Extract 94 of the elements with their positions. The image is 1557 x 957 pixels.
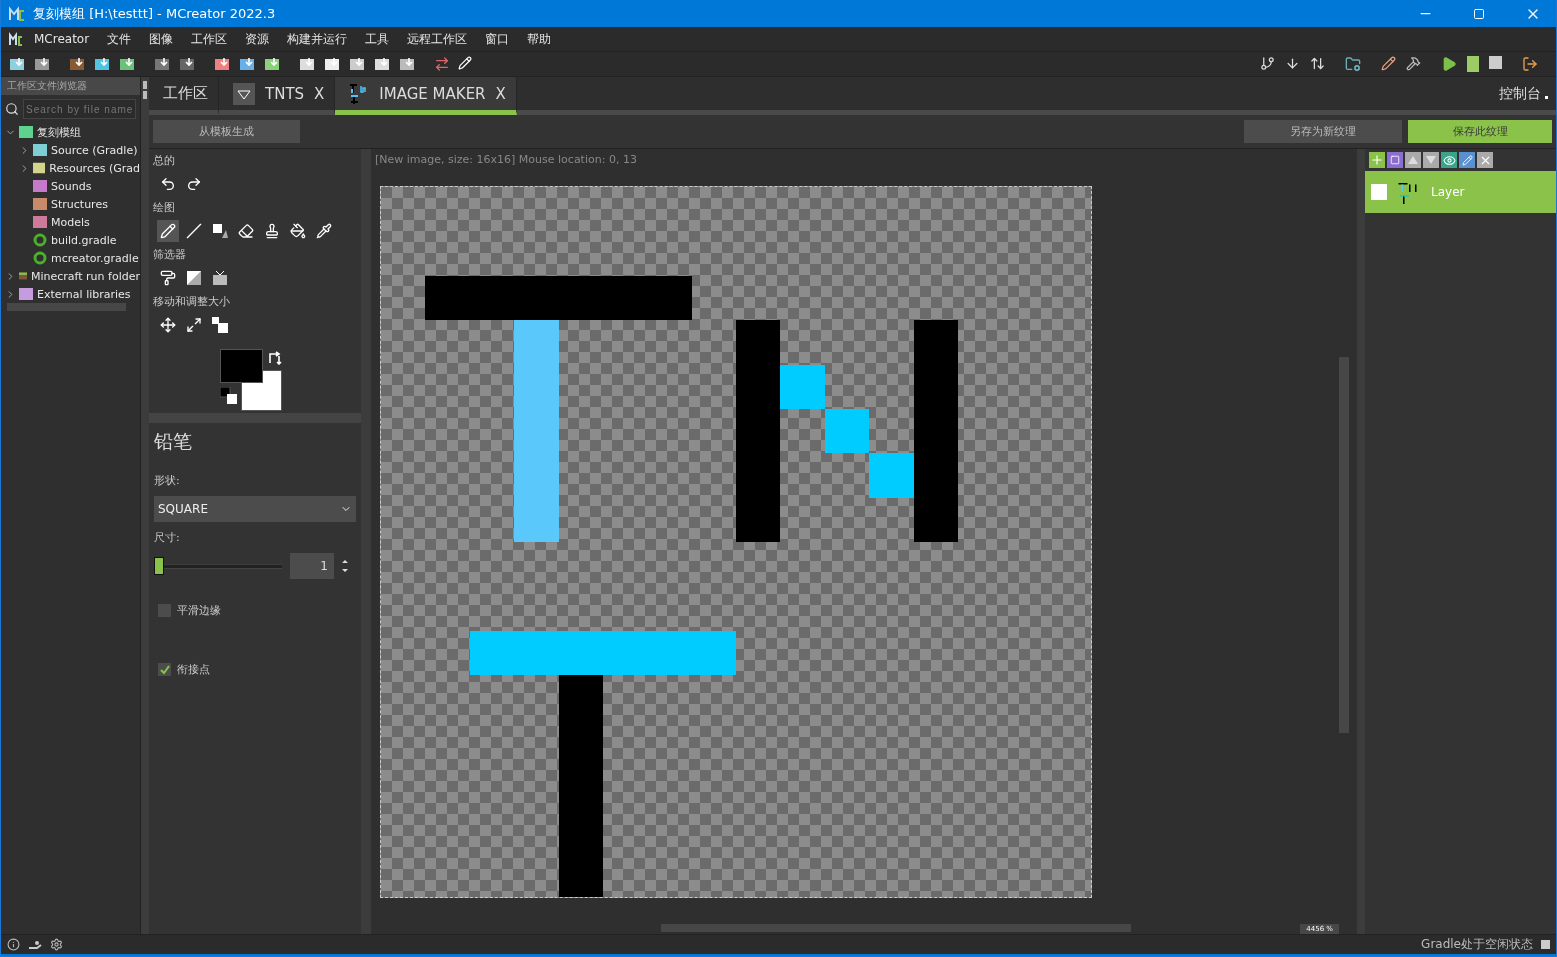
section-label: 总的 <box>153 153 176 168</box>
grass-block-icon <box>19 270 27 282</box>
tree-item[interactable]: Sounds <box>51 179 92 193</box>
console-label[interactable]: 控制台 <box>1499 84 1541 103</box>
section-label: 筛选器 <box>153 247 187 262</box>
folder-icon <box>33 162 46 174</box>
tree-item[interactable]: 复刻模组 <box>37 124 81 140</box>
checkbox[interactable] <box>158 663 171 676</box>
close-tab-button[interactable]: X <box>314 84 325 103</box>
module-icon <box>19 126 33 138</box>
up-triangle-icon <box>1408 156 1418 164</box>
pencil-icon[interactable] <box>157 220 179 242</box>
menu-item[interactable]: 图像 <box>142 30 181 48</box>
template-button[interactable]: 从模板生成 <box>153 120 300 143</box>
tab[interactable]: 工作区 <box>149 77 219 115</box>
square-icon <box>1390 155 1400 165</box>
scale-icon[interactable] <box>209 314 231 336</box>
down-triangle-icon <box>1426 156 1436 164</box>
menu-item[interactable]: MCreator <box>27 32 97 46</box>
folder-icon <box>33 198 47 210</box>
tree-item[interactable]: Minecraft run folder <box>31 269 140 283</box>
maximize-icon[interactable] <box>1473 7 1485 20</box>
scrollbar[interactable] <box>1339 357 1349 733</box>
menu-item[interactable]: 构建并运行 <box>280 30 355 48</box>
tab[interactable]: IMAGE MAKER X <box>335 77 517 115</box>
field-label: 形状: <box>154 473 181 488</box>
swap-icon[interactable] <box>434 56 450 72</box>
folder-icon <box>19 288 33 300</box>
folder-settings-icon[interactable] <box>1345 56 1361 72</box>
rename-button[interactable] <box>1459 152 1475 168</box>
music-folder-icon <box>33 180 47 192</box>
menu-item[interactable]: 工具 <box>358 30 397 48</box>
tree-item[interactable]: Models <box>51 215 90 229</box>
status-text: Gradle处于空闲状态 <box>1421 936 1533 953</box>
gradle-icon <box>33 251 47 265</box>
donate-icon[interactable] <box>28 939 42 950</box>
info-icon[interactable] <box>7 938 20 951</box>
checkbox-label: 衔接点 <box>177 662 210 677</box>
run-icon[interactable] <box>1441 56 1457 72</box>
menu-item[interactable]: 文件 <box>100 30 139 48</box>
close-tab-button[interactable]: X <box>495 84 506 103</box>
sync-icon[interactable] <box>1310 56 1325 72</box>
tree-item[interactable]: Structures <box>51 197 108 211</box>
visibility-button[interactable] <box>1441 152 1457 168</box>
tool-title: 铅笔 <box>154 429 193 454</box>
branch-icon[interactable] <box>1260 56 1275 72</box>
folder-icon <box>33 144 47 156</box>
settings-icon[interactable] <box>50 938 63 951</box>
search-field[interactable]: Search by file name <box>23 99 136 119</box>
app-logo-icon <box>9 5 25 22</box>
layer-checkbox[interactable] <box>1371 184 1387 200</box>
size-field[interactable]: 1 <box>290 553 334 579</box>
folder-icon <box>33 216 47 228</box>
app-logo-icon <box>9 32 23 46</box>
reset-colors-icon[interactable] <box>220 387 237 404</box>
tree-item[interactable]: Resources (Grad <box>49 161 140 175</box>
swap-colors-icon[interactable] <box>268 351 282 365</box>
hammer-icon[interactable] <box>1406 56 1421 72</box>
export-icon[interactable] <box>1522 56 1538 72</box>
panel-title: 工作区文件浏览器 <box>1 77 140 95</box>
section-label: 移动和调整大小 <box>153 294 231 309</box>
color-swatches-drawing[interactable] <box>220 349 282 411</box>
duplicate-layer-button[interactable] <box>1387 152 1403 168</box>
tree-item[interactable]: mcreator.gradle <box>51 251 139 265</box>
tab[interactable]: TNTS X <box>219 77 336 115</box>
window-title: 复刻模组 [H:\testtt] - MCreator 2022.3 <box>33 4 277 23</box>
spinner-arrows-icon[interactable] <box>342 559 348 573</box>
section-label: 绘图 <box>153 200 176 215</box>
save-button[interactable]: 保存此纹理 <box>1408 120 1552 143</box>
image-canvas[interactable] <box>380 186 1092 898</box>
plus-icon <box>1370 153 1384 167</box>
download-icon[interactable] <box>1285 56 1300 72</box>
scrollbar[interactable] <box>661 924 1131 932</box>
tree-item[interactable]: build.gradle <box>51 233 117 247</box>
pencil-icon <box>1461 154 1473 166</box>
gradle-icon <box>33 233 47 247</box>
tree-item[interactable]: External libraries <box>37 287 131 301</box>
search-icon <box>5 102 19 116</box>
status-indicator <box>1541 940 1550 949</box>
status-text: [New image, size: 16x16] Mouse location: 0, 13 <box>375 153 638 166</box>
menu-item[interactable]: 资源 <box>238 30 277 48</box>
stop-icon[interactable] <box>1489 56 1502 72</box>
field-label: 尺寸: <box>154 530 181 545</box>
menu-item[interactable]: 帮助 <box>520 30 559 48</box>
slider-thumb[interactable] <box>154 557 164 575</box>
save-as-button[interactable]: 另存为新纹理 <box>1244 120 1402 143</box>
eye-icon <box>1442 153 1456 167</box>
tree-item[interactable]: Source (Gradle) <box>51 143 138 157</box>
checkbox-label: 平滑边缘 <box>177 603 221 618</box>
menu-item[interactable]: 窗口 <box>478 30 517 48</box>
shape-dropdown[interactable]: SQUARE <box>154 496 356 522</box>
menu-item[interactable]: 工作区 <box>184 30 235 48</box>
checkbox[interactable] <box>158 604 171 617</box>
menu-item[interactable]: 远程工作区 <box>400 30 475 48</box>
